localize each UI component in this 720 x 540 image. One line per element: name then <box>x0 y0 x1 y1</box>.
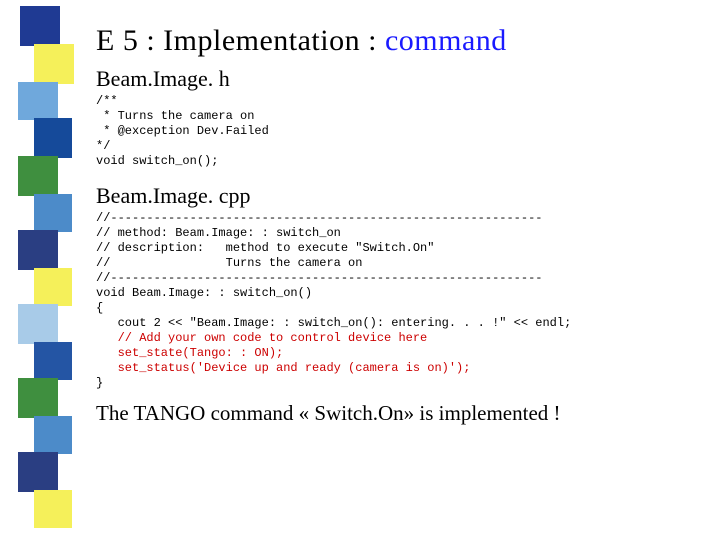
code-line: void Beam.Image: : switch_on() <box>96 286 696 301</box>
sidebar-square <box>18 156 58 196</box>
code-line-highlight: set_state(Tango: : ON); <box>96 346 696 361</box>
code-line: cout 2 << "Beam.Image: : switch_on(): en… <box>96 316 696 331</box>
code-line-highlight: set_status('Device up and ready (camera … <box>96 361 696 376</box>
sidebar-square <box>34 194 72 232</box>
code-line: { <box>96 301 696 316</box>
title-accent: command <box>385 24 507 57</box>
slide-title: E 5 : Implementation : command <box>96 24 696 58</box>
sidebar-square <box>18 378 58 418</box>
code-line: // method: Beam.Image: : switch_on <box>96 226 696 241</box>
sidebar-square <box>18 304 58 344</box>
decorative-sidebar <box>0 0 72 540</box>
sidebar-square <box>18 82 58 120</box>
slide-stage: E 5 : Implementation : command Beam.Imag… <box>0 0 720 540</box>
sidebar-square <box>20 6 60 46</box>
section-heading-h: Beam.Image. h <box>96 66 696 92</box>
code-line-highlight: // Add your own code to control device h… <box>96 331 696 346</box>
code-block-cpp: //--------------------------------------… <box>96 211 696 391</box>
sidebar-square <box>34 490 72 528</box>
sidebar-square <box>34 342 72 380</box>
code-line: //--------------------------------------… <box>96 271 696 286</box>
code-line: } <box>96 376 696 391</box>
sidebar-square <box>18 230 58 270</box>
code-line: // description: method to execute "Switc… <box>96 241 696 256</box>
code-line: // Turns the camera on <box>96 256 696 271</box>
slide-content: E 5 : Implementation : command Beam.Imag… <box>96 24 696 426</box>
sidebar-square <box>34 118 72 158</box>
sidebar-square <box>34 44 74 84</box>
code-line: //--------------------------------------… <box>96 211 696 226</box>
section-heading-cpp: Beam.Image. cpp <box>96 183 696 209</box>
sidebar-square <box>18 452 58 492</box>
sidebar-square <box>34 268 72 306</box>
code-block-h: /** * Turns the camera on * @exception D… <box>96 94 696 169</box>
title-main: E 5 : Implementation : <box>96 24 385 57</box>
sidebar-square <box>34 416 72 454</box>
footer-text: The TANGO command « Switch.On» is implem… <box>96 401 696 426</box>
